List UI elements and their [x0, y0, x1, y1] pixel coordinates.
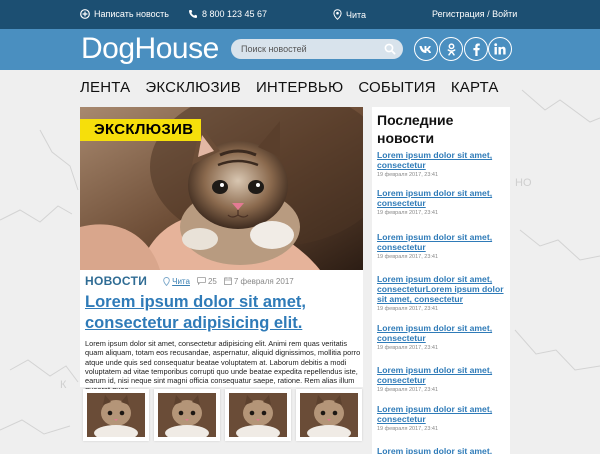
site-logo[interactable]: DogHouse — [81, 32, 219, 66]
gallery-thumbnail[interactable] — [83, 389, 149, 441]
vk-icon[interactable] — [414, 37, 438, 61]
phone-link[interactable]: 8 800 123 45 67 — [188, 9, 267, 19]
news-item[interactable]: Lorem ipsum dolor sit amet, consectetur … — [377, 232, 505, 260]
news-item[interactable]: Lorem ipsum dolor sit amet, consectetur … — [377, 404, 505, 432]
search-input[interactable] — [241, 42, 381, 56]
news-title: Lorem ipsum dolor sit amet, — [377, 446, 493, 454]
calendar-icon — [223, 277, 232, 285]
article-date-text: 7 февраля 2017 — [233, 276, 294, 286]
news-title: Lorem ipsum dolor sit amet, consectetur — [377, 232, 493, 252]
comment-icon — [197, 277, 206, 285]
top-bar: Написать новость 8 800 123 45 67 Чита Ре… — [0, 0, 600, 29]
kitten-photo[interactable]: ЭКСКЛЮЗИВ — [80, 107, 363, 270]
news-title: Lorem ipsum dolor sit amet, consectetur — [377, 323, 493, 343]
phone-icon — [189, 10, 197, 18]
nav-item-exclusive[interactable]: ЭКСКЛЮЗИВ — [145, 79, 241, 96]
search-box — [231, 39, 403, 59]
auth-label: Регистрация / Войти — [432, 9, 518, 19]
news-item[interactable]: Lorem ipsum dolor sit amet, consectetur … — [377, 150, 505, 178]
gallery-thumbnail[interactable] — [225, 389, 291, 441]
news-title: Lorem ipsum dolor sit amet, consectetur — [377, 404, 493, 424]
odnoklassniki-icon[interactable] — [439, 37, 463, 61]
auth-link[interactable]: Регистрация / Войти — [432, 9, 517, 19]
article-headline[interactable]: Lorem ipsum dolor sit amet, consectetur … — [85, 292, 360, 334]
news-date: 19 февраля 2017, 23:41 — [377, 254, 439, 260]
gallery-thumbnail[interactable] — [296, 389, 362, 441]
add-news-label: Написать новость — [94, 9, 169, 19]
news-date: 19 февраля 2017, 23:41 — [377, 306, 439, 312]
exclusive-badge: ЭКСКЛЮЗИВ — [80, 119, 202, 141]
article-location[interactable]: Чита — [163, 277, 190, 286]
news-date: 19 февраля 2017, 23:41 — [377, 172, 439, 178]
article-category[interactable]: НОВОСТИ — [85, 274, 147, 288]
header: DogHouse — [0, 29, 600, 70]
nav-item-interview[interactable]: ИНТЕРВЬЮ — [256, 79, 343, 96]
linkedin-icon[interactable] — [488, 37, 512, 61]
latest-news-sidebar: Последние новости Lorem ipsum dolor sit … — [372, 107, 510, 454]
news-date: 19 февраля 2017, 23:41 — [377, 345, 439, 351]
article-city: Чита — [172, 276, 190, 286]
news-date: 19 февраля 2017, 23:41 — [377, 426, 439, 432]
svg-text:НО: НО — [515, 177, 532, 189]
main-nav: ЛЕНТА ЭКСКЛЮЗИВ ИНТЕРВЬЮ СОБЫТИЯ КАРТА — [80, 76, 510, 98]
article-comments[interactable]: 25 — [197, 277, 217, 286]
article-excerpt: Lorem ipsum dolor sit amet, consectetur … — [85, 339, 361, 394]
article-meta: НОВОСТИ Чита 25 7 февраля 2017 — [85, 274, 301, 288]
featured-article: ЭКСКЛЮЗИВ НОВОСТИ Чита 25 7 февраля 2017… — [80, 107, 363, 394]
plus-circle-icon — [80, 9, 90, 19]
nav-item-map[interactable]: КАРТА — [451, 79, 499, 96]
news-item[interactable]: Lorem ipsum dolor sit amet, consectetur … — [377, 323, 505, 351]
comment-count: 25 — [207, 276, 217, 286]
nav-item-feed[interactable]: ЛЕНТА — [80, 79, 130, 96]
search-icon[interactable] — [384, 43, 396, 55]
svg-text:К: К — [60, 379, 67, 391]
news-item[interactable]: Lorem ipsum dolor sit amet, consectetur … — [377, 365, 505, 393]
news-date: 19 февраля 2017, 23:41 — [377, 387, 439, 393]
sidebar-title: Последние новости — [377, 112, 454, 146]
news-title: Lorem ipsum dolor sit amet, consectetur — [377, 150, 493, 170]
phone-number: 8 800 123 45 67 — [202, 9, 268, 19]
news-date: 19 февраля 2017, 23:41 — [377, 210, 439, 216]
article-date: 7 февраля 2017 — [223, 276, 294, 286]
city-label: Чита — [346, 9, 367, 20]
news-item[interactable]: Lorem ipsum dolor sit amet, consecteturL… — [377, 274, 505, 312]
gallery-thumbnail[interactable] — [154, 389, 220, 441]
facebook-icon[interactable] — [464, 37, 488, 61]
city-selector[interactable]: Чита — [333, 9, 366, 20]
news-title: Lorem ipsum dolor sit amet, consectetur — [377, 365, 493, 385]
news-item[interactable]: Lorem ipsum dolor sit amet, consectetur … — [377, 188, 505, 216]
news-item[interactable]: Lorem ipsum dolor sit amet, — [377, 446, 505, 454]
nav-item-events[interactable]: СОБЫТИЯ — [358, 79, 435, 96]
location-pin-icon — [333, 9, 342, 20]
add-news-link[interactable]: Написать новость — [80, 9, 169, 19]
news-title: Lorem ipsum dolor sit amet, consecteturL… — [377, 274, 504, 304]
news-title: Lorem ipsum dolor sit amet, consectetur — [377, 188, 493, 208]
location-pin-icon — [163, 276, 170, 286]
